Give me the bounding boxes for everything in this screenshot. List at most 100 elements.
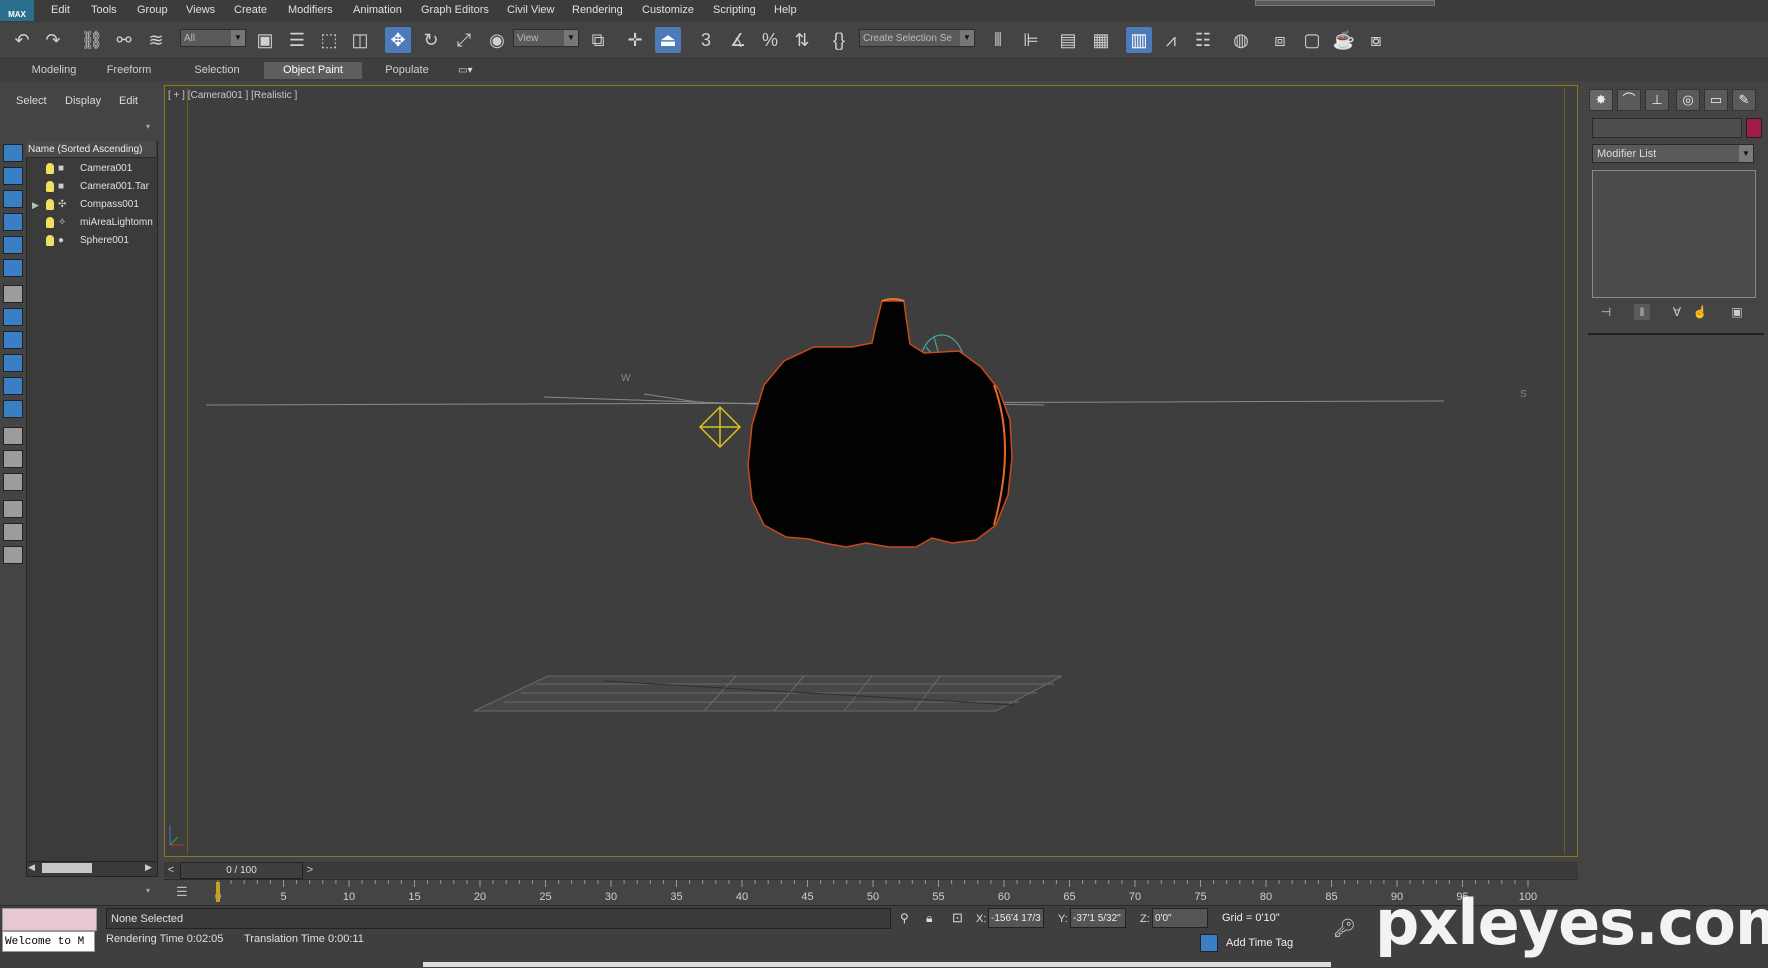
select-and-rotate-icon[interactable]: ↻ <box>418 27 444 53</box>
light-bulb-icon[interactable] <box>46 163 54 174</box>
select-by-name-icon[interactable]: ☰ <box>284 27 310 53</box>
rectangular-selection-icon[interactable]: ⬚ <box>316 27 342 53</box>
explorer-menu-edit[interactable]: Edit <box>119 95 138 107</box>
make-unique-icon[interactable]: ∀ <box>1669 304 1685 320</box>
named-selection-set-dropdown[interactable]: Create Selection Se ▼ <box>859 29 975 47</box>
pivot-center-icon[interactable]: ⧉ <box>585 27 611 53</box>
display-none-icon[interactable] <box>3 450 23 468</box>
ribbon-tab-modeling[interactable]: Modeling <box>20 62 88 79</box>
edit-named-selection-icon[interactable]: {} <box>826 27 852 53</box>
scene-object-row[interactable]: ● Sphere001 <box>26 232 156 250</box>
render-setup-icon[interactable]: ⧈ <box>1267 27 1293 53</box>
link-icon[interactable]: ⛓ <box>79 27 105 53</box>
undo-icon[interactable]: ↶ <box>9 27 35 53</box>
window-crossing-icon[interactable]: ◫ <box>347 27 373 53</box>
layer-manager-icon[interactable]: ▤ <box>1055 27 1081 53</box>
modify-tab-icon[interactable]: ⌒ <box>1617 89 1641 111</box>
explorer-menu-dropdown-icon[interactable]: ▾ <box>146 886 150 895</box>
menu-group[interactable]: Group <box>137 4 168 16</box>
menu-civil-view[interactable]: Civil View <box>507 4 554 16</box>
isolate-selection-icon[interactable]: ⚲ <box>900 911 909 925</box>
select-and-move-icon[interactable]: ✥ <box>385 27 411 53</box>
graphite-ribbon-icon[interactable]: ▦ <box>1088 27 1114 53</box>
menu-modifiers[interactable]: Modifiers <box>288 4 333 16</box>
object-name-field[interactable] <box>1592 118 1742 138</box>
current-frame-marker[interactable] <box>216 882 220 902</box>
unlink-icon[interactable]: ⚯ <box>111 27 137 53</box>
sync-selection-icon[interactable] <box>3 546 23 564</box>
maxscript-mini-listener[interactable]: Welcome to M <box>2 931 95 952</box>
utilities-tab-icon[interactable]: ✎ <box>1732 89 1756 111</box>
menu-edit[interactable]: Edit <box>51 4 70 16</box>
display-tab-icon[interactable]: ▭ <box>1704 89 1728 111</box>
scene-object-row[interactable]: ■ Camera001 <box>26 160 156 178</box>
ribbon-tab-object-paint[interactable]: Object Paint <box>264 62 362 79</box>
explorer-dropdown-icon[interactable]: ▾ <box>146 122 154 131</box>
scroll-right-icon[interactable]: ▶ <box>145 862 152 873</box>
menu-graph-editors[interactable]: Graph Editors <box>421 4 489 16</box>
selection-lock-icon[interactable]: 🔒︎ <box>926 911 932 926</box>
display-all-icon[interactable] <box>3 427 23 445</box>
curve-editor-icon[interactable]: ⩘ <box>1158 27 1184 53</box>
y-coordinate-field[interactable]: -37'1 5/32" <box>1070 908 1126 928</box>
render-in-cloud-icon[interactable]: ⧇ <box>1363 27 1389 53</box>
menu-create[interactable]: Create <box>234 4 267 16</box>
bind-spacewarp-icon[interactable]: ≋ <box>143 27 169 53</box>
set-key-icon[interactable]: 🔑︎ <box>1333 918 1363 938</box>
object-color-swatch[interactable] <box>1746 118 1762 138</box>
keyboard-shortcut-override-icon[interactable]: ⏏ <box>655 27 681 53</box>
create-tab-icon[interactable]: ✸ <box>1589 89 1613 111</box>
scene-explorer-toggle-icon[interactable]: ▥ <box>1126 27 1152 53</box>
menu-tools[interactable]: Tools <box>91 4 117 16</box>
menu-animation[interactable]: Animation <box>353 4 402 16</box>
display-hidden-icon[interactable] <box>3 400 23 418</box>
light-bulb-icon[interactable] <box>46 235 54 246</box>
track-bar[interactable]: 0510152025303540455055606570758085909510… <box>164 879 1578 906</box>
select-manipulate-icon[interactable]: ✛ <box>622 27 648 53</box>
mirror-icon[interactable]: ⫴ <box>985 27 1011 53</box>
angle-snap-icon[interactable]: ∡ <box>725 27 751 53</box>
light-bulb-icon[interactable] <box>46 217 54 228</box>
spinner-snap-icon[interactable]: ⇅ <box>789 27 815 53</box>
snaps-toggle-icon[interactable]: 3 <box>693 27 719 53</box>
pumpkin-sphere[interactable] <box>747 298 1013 548</box>
x-coordinate-field[interactable]: -156'4 17/3 <box>988 908 1044 928</box>
select-object-icon[interactable]: ▣ <box>252 27 278 53</box>
ribbon-tab-freeform[interactable]: Freeform <box>96 62 162 79</box>
menu-rendering[interactable]: Rendering <box>572 4 623 16</box>
redo-icon[interactable]: ↷ <box>40 27 66 53</box>
mini-curve-editor-icon[interactable]: ☰ <box>176 884 194 900</box>
selection-filter-dropdown[interactable]: All ▼ <box>180 29 246 47</box>
display-spacewarps-icon[interactable] <box>3 259 23 277</box>
scene-object-row[interactable]: ■ Camera001.Tar <box>26 178 156 196</box>
ribbon-options-icon[interactable]: ▭▾ <box>458 65 480 77</box>
find-icon[interactable] <box>3 523 23 541</box>
ribbon-tab-populate[interactable]: Populate <box>372 62 442 79</box>
time-slider-thumb[interactable]: 0 / 100 <box>180 862 303 879</box>
display-frozen-icon[interactable] <box>3 377 23 395</box>
render-production-icon[interactable]: ☕ <box>1331 27 1357 53</box>
menu-help[interactable]: Help <box>774 4 797 16</box>
maxscript-listener-result[interactable] <box>2 908 97 931</box>
application-button[interactable]: MAX <box>0 0 34 21</box>
display-invert-icon[interactable] <box>3 473 23 491</box>
light-bulb-icon[interactable] <box>46 199 54 210</box>
explorer-menu-select[interactable]: Select <box>16 95 47 107</box>
info-center-search[interactable] <box>1255 0 1435 6</box>
select-and-place-icon[interactable]: ◉ <box>484 27 510 53</box>
display-xrefs-icon[interactable] <box>3 308 23 326</box>
display-shapes-icon[interactable] <box>3 167 23 185</box>
modifier-list-dropdown[interactable]: Modifier List ▼ <box>1592 144 1754 163</box>
light-bulb-icon[interactable] <box>46 181 54 192</box>
z-coordinate-field[interactable]: 0'0" <box>1152 908 1208 928</box>
display-helpers-icon[interactable] <box>3 236 23 254</box>
hierarchy-tab-icon[interactable]: ⊥ <box>1645 89 1669 111</box>
expand-arrow-icon[interactable]: ▶ <box>32 196 39 214</box>
display-groups-icon[interactable] <box>3 285 23 303</box>
time-slider-next[interactable]: > <box>303 862 317 878</box>
configure-modifier-sets-icon[interactable]: ▣ <box>1729 304 1745 320</box>
display-lights-icon[interactable] <box>3 190 23 208</box>
scroll-left-icon[interactable]: ◀ <box>28 862 35 873</box>
explorer-menu-display[interactable]: Display <box>65 95 101 107</box>
rendered-frame-window-icon[interactable]: ▢ <box>1299 27 1325 53</box>
